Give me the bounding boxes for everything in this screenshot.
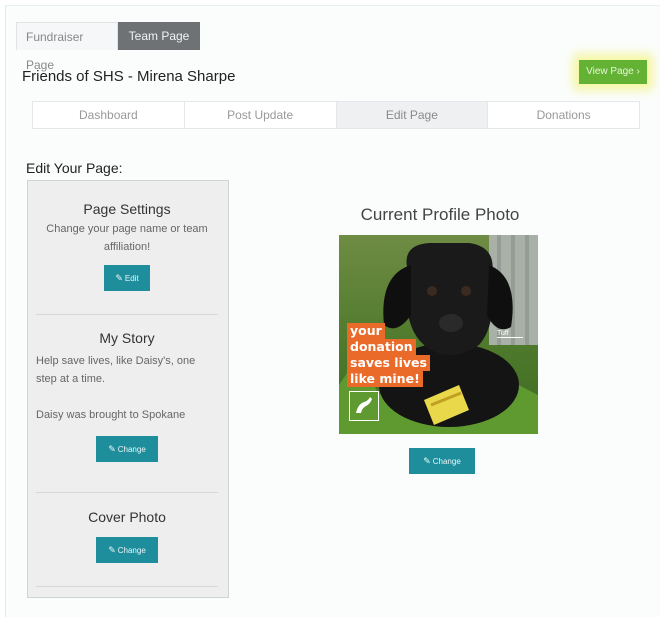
my-story-title: My Story [99, 330, 155, 346]
divider [36, 492, 218, 493]
promo-line-1: your [347, 323, 385, 339]
profile-photo: your donation saves lives like mine! Tuf… [339, 235, 538, 434]
edit-icon: ✎ [108, 444, 116, 454]
tab-edit-page[interactable]: Edit Page [336, 102, 489, 128]
my-story-section: My Story Help save lives, like Daisy's, … [36, 330, 218, 462]
shelter-logo-icon [349, 391, 379, 421]
subtabs: Dashboard Post Update Edit Page Donation… [32, 101, 640, 129]
edit-settings-button[interactable]: ✎ Edit [104, 265, 150, 291]
cover-photo-title: Cover Photo [88, 509, 166, 525]
view-page-button[interactable]: View Page › [579, 60, 647, 84]
promo-text: your donation saves lives like mine! [347, 323, 430, 387]
tab-team-page[interactable]: Team Page [118, 22, 200, 50]
page-title: Friends of SHS - Mirena Sharpe [22, 68, 236, 85]
change-cover-button[interactable]: ✎ Change [96, 537, 158, 563]
edit-icon: ✎ [115, 273, 123, 283]
page-settings-desc: Change your page name or team affiliatio… [46, 223, 208, 253]
chevron-right-icon: › [636, 66, 640, 77]
cover-photo-section: Cover Photo ✎ Change [36, 509, 218, 563]
change-profile-label: Change [432, 457, 461, 466]
view-page-label: View Page [586, 66, 634, 77]
edit-settings-label: Edit [124, 274, 139, 283]
tab-fundraiser-page[interactable]: Fundraiser Page [16, 22, 118, 72]
promo-line-3: saves lives [347, 355, 430, 371]
divider [36, 314, 218, 315]
profile-photo-title: Current Profile Photo [360, 205, 520, 224]
change-cover-label: Change [117, 546, 146, 555]
tab-post-update[interactable]: Post Update [185, 102, 337, 128]
page-settings-title: Page Settings [83, 201, 171, 217]
photo-name-tag: Tuff [497, 330, 523, 338]
edit-icon: ✎ [423, 456, 431, 466]
edit-panel: Page Settings Change your page name or t… [27, 180, 229, 598]
change-story-label: Change [117, 445, 146, 454]
edit-heading: Edit Your Page: [26, 160, 123, 176]
page-settings-section: Page Settings Change your page name or t… [36, 201, 218, 291]
change-profile-photo-button[interactable]: ✎ Change [409, 448, 475, 474]
my-story-text: Help save lives, like Daisy's, one step … [36, 355, 196, 421]
tab-dashboard[interactable]: Dashboard [33, 102, 185, 128]
change-story-button[interactable]: ✎ Change [96, 436, 158, 462]
promo-line-2: donation [347, 339, 416, 355]
promo-line-4: like mine! [347, 371, 423, 387]
tab-donations[interactable]: Donations [488, 102, 639, 128]
edit-icon: ✎ [108, 545, 116, 555]
top-tabs: Fundraiser Page Team Page [16, 22, 200, 72]
divider [36, 586, 218, 587]
